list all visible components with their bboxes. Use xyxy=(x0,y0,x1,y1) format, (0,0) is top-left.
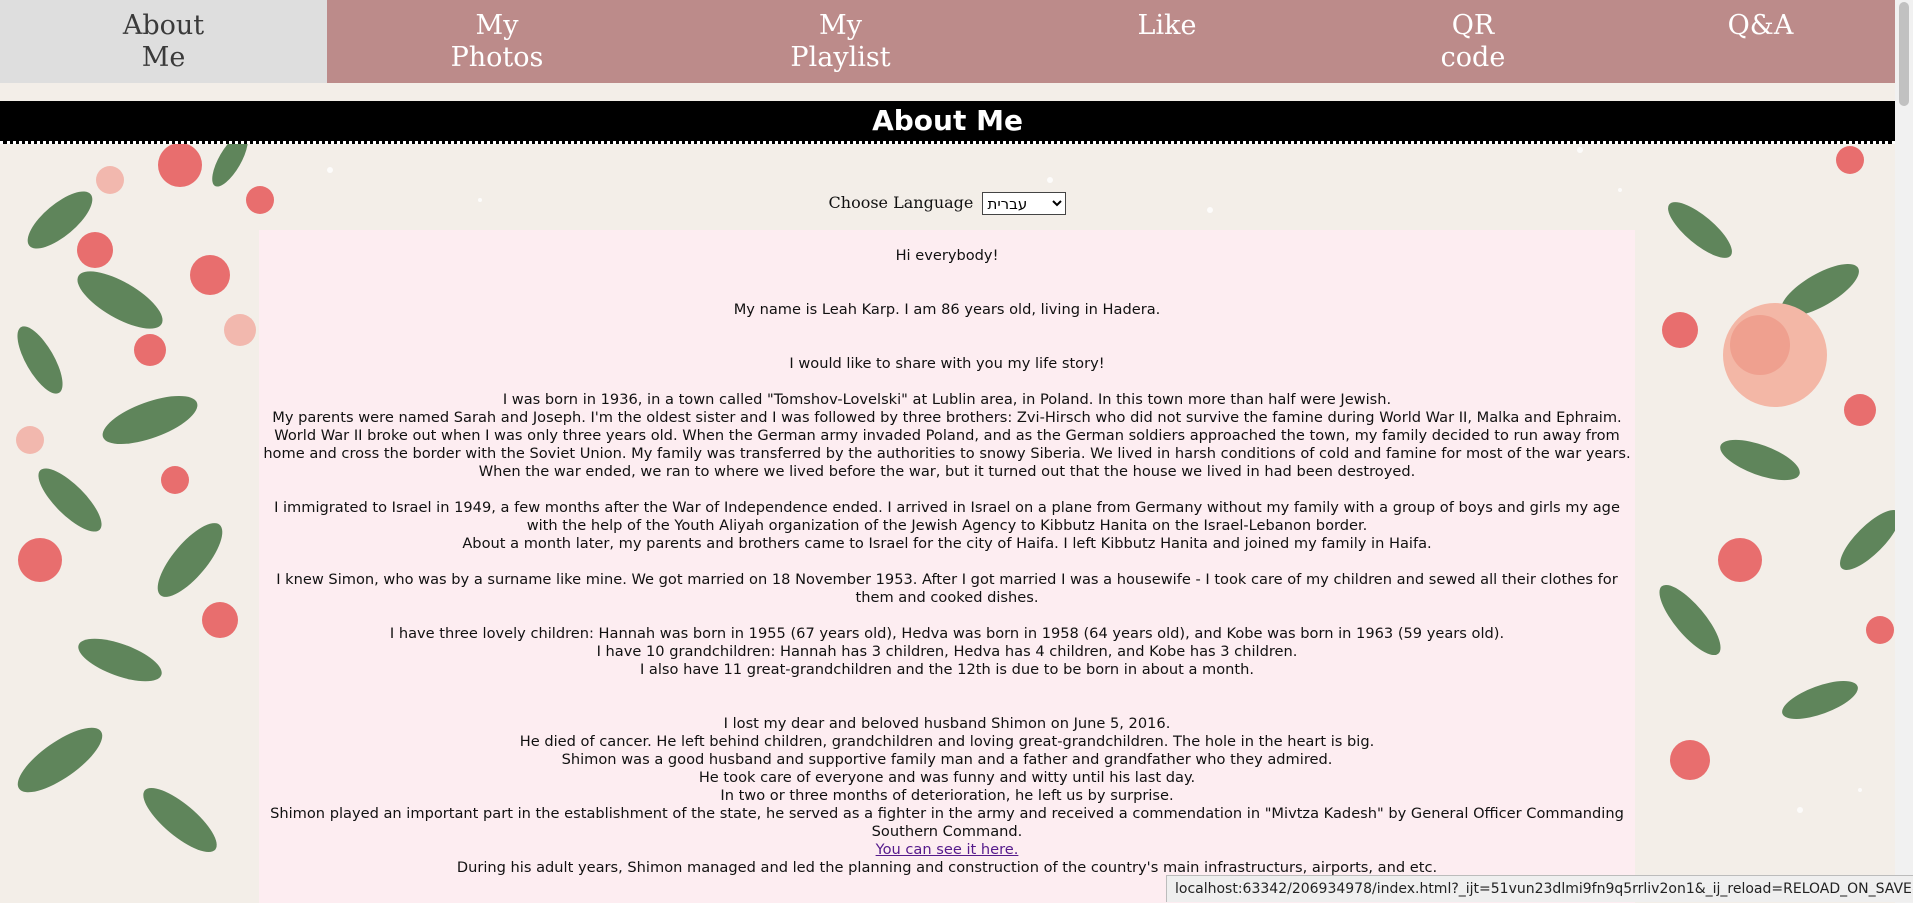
nav-label: Me xyxy=(141,42,186,73)
language-select[interactable]: עברית xyxy=(982,192,1067,215)
vertical-scrollbar[interactable] xyxy=(1895,0,1913,903)
page-title: About Me xyxy=(0,101,1895,144)
top-navigation: About Me My Photos My Playlist Like QR c… xyxy=(0,0,1895,83)
story-paragraph: He took care of everyone and was funny a… xyxy=(698,769,1196,786)
nav-label: Like xyxy=(1137,10,1197,41)
story-paragraph: I knew Simon, who was by a surname like … xyxy=(276,571,1618,606)
nav-my-photos[interactable]: My Photos xyxy=(327,0,667,83)
story-paragraph: I have three lovely children: Hannah was… xyxy=(389,625,1505,642)
nav-label: Playlist xyxy=(790,42,891,73)
nav-label: QR xyxy=(1451,10,1495,41)
see-it-here-link[interactable]: You can see it here. xyxy=(876,841,1019,858)
nav-my-playlist[interactable]: My Playlist xyxy=(667,0,1014,83)
nav-about-me[interactable]: About Me xyxy=(0,0,327,83)
story-paragraph: I have 10 grandchildren: Hannah has 3 ch… xyxy=(596,643,1298,660)
nav-label: About xyxy=(122,10,205,41)
story-paragraph: He died of cancer. He left behind childr… xyxy=(519,733,1375,750)
intro-text: My name is Leah Karp. I am 86 years old,… xyxy=(733,301,1161,318)
story-paragraph: Shimon was a good husband and supportive… xyxy=(561,751,1333,768)
nav-qr-code[interactable]: QR code xyxy=(1320,0,1626,83)
story-paragraph: I lost my dear and beloved husband Shimo… xyxy=(723,715,1171,732)
story-paragraph: I also have 11 great-grandchildren and t… xyxy=(639,661,1255,678)
language-chooser: Choose Language עברית xyxy=(0,192,1895,215)
story-paragraph: In two or three months of deterioration,… xyxy=(720,787,1174,804)
story-paragraph: My parents were named Sarah and Joseph. … xyxy=(272,409,1622,426)
about-content: Hi everybody! My name is Leah Karp. I am… xyxy=(259,230,1635,903)
nav-like[interactable]: Like xyxy=(1014,0,1320,83)
language-label: Choose Language xyxy=(828,193,974,212)
nav-label: code xyxy=(1440,42,1506,73)
nav-label: Q&A xyxy=(1727,10,1794,41)
status-bar-url: localhost:63342/206934978/index.html?_ij… xyxy=(1166,875,1913,902)
story-paragraph: I was born in 1936, in a town called "To… xyxy=(502,391,1392,408)
scrollbar-thumb[interactable] xyxy=(1899,2,1909,106)
story-paragraph: About a month later, my parents and brot… xyxy=(462,535,1432,552)
story-paragraph: World War II broke out when I was only t… xyxy=(263,427,1631,480)
story-paragraph: Shimon played an important part in the e… xyxy=(270,805,1624,840)
share-text: I would like to share with you my life s… xyxy=(789,355,1105,372)
nav-label: My xyxy=(819,10,862,41)
greeting-text: Hi everybody! xyxy=(895,247,999,264)
story-paragraph: I immigrated to Israel in 1949, a few mo… xyxy=(274,499,1620,534)
nav-qa[interactable]: Q&A xyxy=(1626,0,1895,83)
nav-label: My xyxy=(475,10,519,41)
nav-label: Photos xyxy=(450,42,544,73)
